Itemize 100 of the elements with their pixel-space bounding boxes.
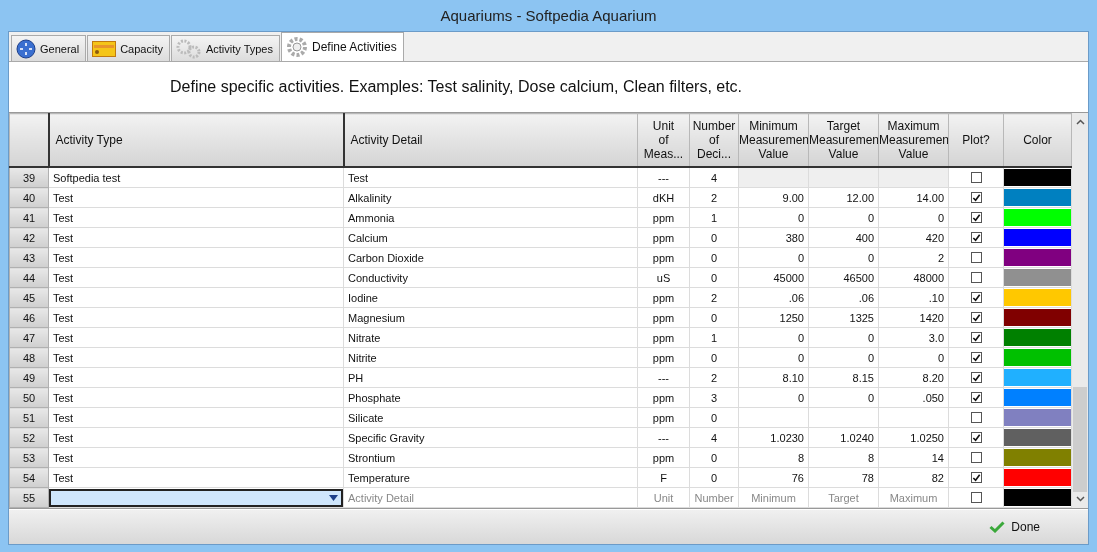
color-swatch[interactable] xyxy=(1004,209,1071,226)
color-swatch[interactable] xyxy=(1004,189,1071,206)
checkbox[interactable] xyxy=(970,192,982,203)
scroll-thumb[interactable] xyxy=(1073,387,1087,492)
table-cell[interactable]: Target xyxy=(808,487,879,508)
table-cell: 8.15 xyxy=(808,367,879,388)
table-cell[interactable]: Maximum xyxy=(878,487,949,508)
color-swatch[interactable] xyxy=(1004,449,1071,466)
table-cell xyxy=(808,407,879,428)
table-cell: 2 xyxy=(689,187,739,208)
color-swatch[interactable] xyxy=(1004,469,1071,486)
color-swatch[interactable] xyxy=(1004,429,1071,446)
table-cell: 0 xyxy=(689,347,739,368)
column-header[interactable]: Target Measuremen Value xyxy=(808,113,879,167)
checkmark-icon xyxy=(989,521,1006,533)
input-field[interactable]: Activity Detail xyxy=(348,489,633,506)
checkbox[interactable] xyxy=(970,352,982,363)
checkbox[interactable] xyxy=(970,392,982,403)
checkbox[interactable] xyxy=(970,272,982,283)
checkbox[interactable] xyxy=(970,292,982,303)
table-cell: 1420 xyxy=(878,307,949,328)
column-header[interactable]: Activity Detail xyxy=(343,113,638,167)
table-cell: Test xyxy=(48,447,344,468)
activity-type-dropdown[interactable] xyxy=(49,488,343,507)
tab[interactable]: Capacity xyxy=(87,35,170,61)
color-swatch[interactable] xyxy=(1004,389,1071,406)
color-swatch[interactable] xyxy=(1004,369,1071,386)
table-cell: F xyxy=(637,467,690,488)
input-field[interactable]: Maximum xyxy=(883,489,944,506)
row-number: 46 xyxy=(9,307,49,328)
table-cell: 0 xyxy=(808,387,879,408)
row-number: 45 xyxy=(9,287,49,308)
table-cell: .050 xyxy=(878,387,949,408)
color-swatch[interactable] xyxy=(1004,229,1071,246)
column-header[interactable]: Maximum Measuremen Value xyxy=(878,113,949,167)
column-header[interactable]: Color xyxy=(1003,113,1072,167)
color-swatch[interactable] xyxy=(1004,289,1071,306)
scroll-up-icon[interactable] xyxy=(1075,119,1085,125)
checkbox[interactable] xyxy=(970,232,982,243)
input-field[interactable]: Number xyxy=(694,489,734,506)
column-header[interactable]: Unit of Meas... xyxy=(637,113,690,167)
checkbox[interactable] xyxy=(970,432,982,443)
gears-icon xyxy=(175,38,202,59)
table-cell: 0 xyxy=(689,227,739,248)
table-cell[interactable]: Minimum xyxy=(738,487,809,508)
table-cell: 0 xyxy=(738,247,809,268)
table-cell[interactable]: Number xyxy=(689,487,739,508)
input-field[interactable]: Minimum xyxy=(743,489,804,506)
tab[interactable]: General xyxy=(11,35,87,61)
row-header-corner xyxy=(9,113,49,167)
table-cell: 82 xyxy=(878,467,949,488)
table-cell: 1.0240 xyxy=(808,427,879,448)
color-swatch[interactable] xyxy=(1004,349,1071,366)
input-field[interactable]: Target xyxy=(813,489,874,506)
table-cell: Test xyxy=(48,407,344,428)
table-cell: 0 xyxy=(689,447,739,468)
table-cell: Test xyxy=(48,467,344,488)
checkbox[interactable] xyxy=(970,412,982,423)
table-cell: Test xyxy=(48,307,344,328)
checkbox[interactable] xyxy=(970,492,982,503)
color-swatch[interactable] xyxy=(1004,409,1071,426)
color-swatch[interactable] xyxy=(1004,489,1071,506)
row-number: 42 xyxy=(9,227,49,248)
table-cell: 0 xyxy=(689,307,739,328)
table-cell: 14 xyxy=(878,447,949,468)
checkbox[interactable] xyxy=(970,452,982,463)
table-cell: 0 xyxy=(738,327,809,348)
input-field[interactable]: Unit xyxy=(642,489,685,506)
tab[interactable]: Activity Types xyxy=(170,35,280,61)
column-header[interactable]: Minimum Measuremen Value xyxy=(738,113,809,167)
color-swatch[interactable] xyxy=(1004,309,1071,326)
column-header[interactable]: Activity Type xyxy=(48,113,344,167)
table-cell: 0 xyxy=(738,347,809,368)
row-number: 41 xyxy=(9,207,49,228)
checkbox[interactable] xyxy=(970,212,982,223)
table-cell: 8.10 xyxy=(738,367,809,388)
table-cell: Test xyxy=(48,387,344,408)
tab[interactable]: Define Activities xyxy=(281,32,404,61)
table-cell[interactable]: Unit xyxy=(637,487,690,508)
row-number: 53 xyxy=(9,447,49,468)
table-cell[interactable]: Activity Detail xyxy=(343,487,638,508)
table-cell: 3.0 xyxy=(878,327,949,348)
table-cell: 0 xyxy=(878,207,949,228)
table-cell: ppm xyxy=(637,407,690,428)
color-swatch[interactable] xyxy=(1004,329,1071,346)
checkbox[interactable] xyxy=(970,312,982,323)
checkbox[interactable] xyxy=(970,472,982,483)
column-header[interactable]: Number of Deci... xyxy=(689,113,739,167)
color-swatch[interactable] xyxy=(1004,269,1071,286)
table-cell: Nitrite xyxy=(343,347,638,368)
checkbox[interactable] xyxy=(970,332,982,343)
done-button[interactable]: Done xyxy=(981,516,1048,538)
checkbox[interactable] xyxy=(970,372,982,383)
scrollbar[interactable] xyxy=(1072,113,1088,508)
column-header[interactable]: Plot? xyxy=(948,113,1004,167)
scroll-down-icon[interactable] xyxy=(1075,496,1085,502)
color-swatch[interactable] xyxy=(1004,249,1071,266)
table-cell: Phosphate xyxy=(343,387,638,408)
table-cell: ppm xyxy=(637,307,690,328)
checkbox[interactable] xyxy=(970,252,982,263)
